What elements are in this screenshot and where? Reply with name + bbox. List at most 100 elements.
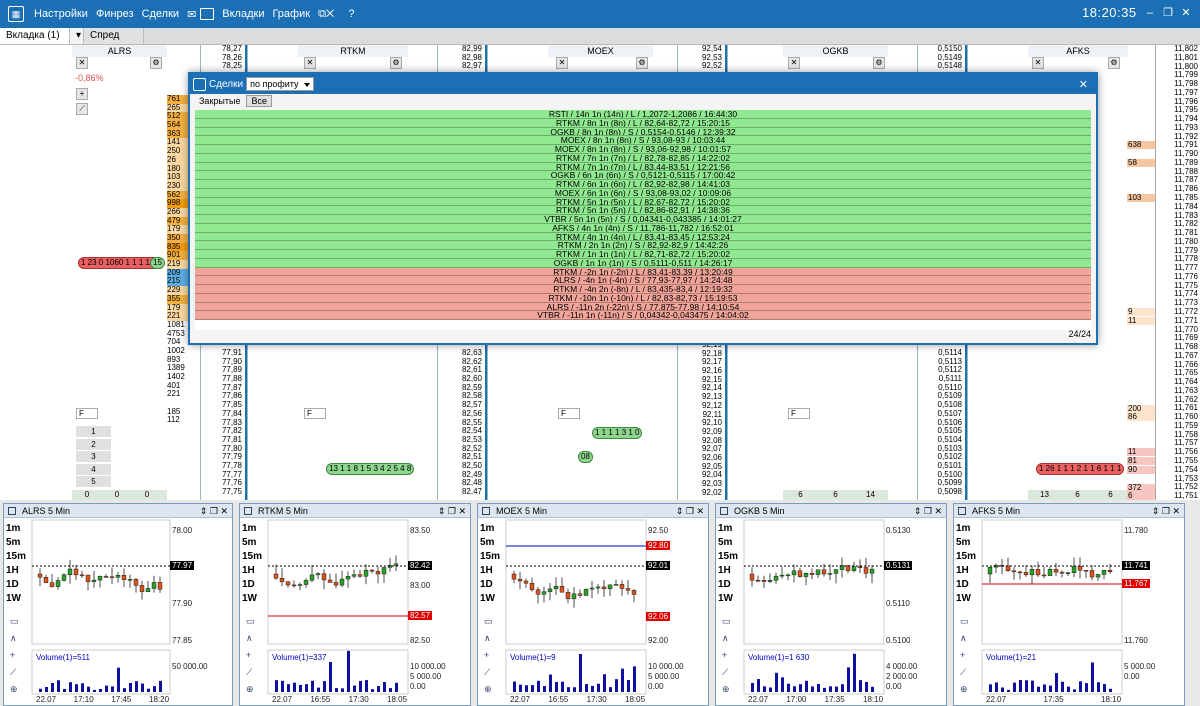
level-number[interactable]: 2 (76, 438, 111, 451)
menu-chart[interactable]: График (268, 8, 314, 20)
deal-row[interactable]: RTKM / 5n 1n (5n) / L / 82,67-82,72 / 15… (195, 197, 1091, 207)
volume-bar (995, 682, 998, 692)
volume-bar (135, 681, 138, 692)
volume-bar (1025, 680, 1028, 692)
deal-row[interactable]: RTKM / 8n 1n (8n) / L / 82,64-82,72 / 15… (195, 118, 1091, 128)
menu-deals[interactable]: Сделки (138, 8, 184, 20)
deal-row[interactable]: RTKM / 5n 1n (5n) / L / 82,86-82,91 / 14… (195, 206, 1091, 215)
deals-close-icon[interactable]: ✕ (1079, 78, 1088, 91)
candle (1107, 570, 1113, 572)
deal-row[interactable]: RTKM / -2n 1n (-2n) / L / 83,41-83,39 / … (195, 267, 1091, 277)
moex-settings-icon[interactable]: ⚙ (636, 57, 648, 69)
moex-selector[interactable]: F (558, 408, 580, 419)
alrs-selector[interactable]: F (76, 408, 98, 419)
candle (393, 563, 399, 566)
rtkm-selector[interactable]: F (304, 408, 326, 419)
minimize-icon[interactable]: – (1144, 7, 1156, 19)
deal-row[interactable]: ALRS / -11n 2n (-22n) / S / 77,875-77,98… (195, 302, 1091, 312)
deal-row[interactable]: RTKM / -4n 2n (-8n) / L / 83,435-83,4 / … (195, 285, 1091, 294)
alrs-add-icon[interactable]: + (76, 88, 88, 100)
candle (1089, 570, 1095, 578)
price-level: 92,52 (701, 62, 722, 71)
rtkm-close-icon[interactable]: ✕ (304, 57, 316, 69)
candle (529, 583, 535, 590)
deal-row[interactable]: MOEX / 8n 1n (8n) / S / 93,06-92,98 / 10… (195, 145, 1091, 154)
tab-vkladka-1[interactable]: Вкладка (1) (0, 28, 70, 44)
deal-row[interactable]: RTKM / 4n 1n (4n) / L / 83,41-83,45 / 12… (195, 232, 1091, 242)
deal-row[interactable]: VTBR / 5n 1n (5n) / S / 0,04341-0,043385… (195, 215, 1091, 224)
deal-row[interactable]: OGKB / 8n 1n (8n) / S / 0,5154-0,5146 / … (195, 127, 1091, 137)
deal-row[interactable]: RSTI / 14n 1n (14n) / L / 1,2072-1,2086 … (195, 110, 1091, 119)
chart-canvas[interactable] (4, 504, 234, 704)
candle (85, 574, 91, 582)
volume-bar (603, 674, 606, 692)
level-number[interactable]: 4 (76, 463, 111, 476)
deal-row[interactable]: RTKM / 6n 1n (6n) / L / 82,92-82,98 / 14… (195, 180, 1091, 189)
menu-finrez[interactable]: Финрез (92, 8, 138, 20)
volume-label: Volume(1)=9 (510, 653, 556, 662)
level-number[interactable]: 3 (76, 451, 111, 463)
candle (547, 588, 553, 592)
alrs-footer-1: 0 (84, 490, 90, 499)
alrs-chart-icon[interactable]: ⟋ (76, 103, 88, 115)
deals-tab-all[interactable]: Все (246, 95, 272, 107)
alrs-settings-icon[interactable]: ⚙ (150, 57, 162, 69)
chart-canvas[interactable] (954, 504, 1186, 704)
afks-close-icon[interactable]: ✕ (1032, 57, 1044, 69)
volume-bar (597, 683, 600, 692)
tab-dropdown-icon[interactable]: ▾ (70, 28, 84, 44)
chat-icon[interactable]: ✉ (183, 8, 200, 21)
moex-close-icon[interactable]: ✕ (556, 57, 568, 69)
volume-bar (989, 684, 992, 692)
deal-row[interactable]: OGKB / 6n 1n (6n) / S / 0,5121-0,5115 / … (195, 171, 1091, 180)
candle (619, 584, 625, 589)
deal-row[interactable]: OGKB / 1n 1n (1n) / S / 0,5111-0,511 / 1… (195, 258, 1091, 268)
volume-bar (117, 667, 120, 692)
afks-settings-icon[interactable]: ⚙ (1108, 57, 1120, 69)
window-toggle-icon[interactable] (200, 8, 215, 20)
y-tick: 0.5110 (886, 599, 910, 609)
ogkb-close-icon[interactable]: ✕ (788, 57, 800, 69)
deals-filter-select[interactable]: по профиту (246, 77, 314, 91)
price-level: 92,15 (701, 375, 722, 384)
menu-help[interactable]: ? (344, 8, 358, 20)
menu-settings[interactable]: Настройки (30, 8, 92, 20)
rtkm-settings-icon[interactable]: ⚙ (390, 57, 402, 69)
candle (145, 588, 151, 592)
price-level: 82,57 (461, 401, 482, 410)
detach-window-icon[interactable]: ⧉✕ (314, 8, 338, 21)
candle (535, 589, 541, 595)
deal-row[interactable]: MOEX / 8n 1n (8n) / S / 93,08-93 / 10:03… (195, 136, 1091, 145)
deal-row[interactable]: ALRS / -4n 1n (-4n) / S / 77,93-77,97 / … (195, 276, 1091, 285)
maximize-icon[interactable]: ❐ (1162, 7, 1174, 19)
y-tick: 77.90 (172, 599, 193, 609)
deal-row[interactable]: RTKM / 1n 1n (1n) / L / 82,71-82,72 / 15… (195, 250, 1091, 259)
candle (1065, 572, 1071, 574)
menu-tabs[interactable]: Вкладки (218, 8, 268, 20)
y-tick: 83.00 (410, 581, 431, 590)
deal-row[interactable]: RTKM / 7n 1n (7n) / L / 82,78-82,85 / 14… (195, 153, 1091, 163)
ogkb-selector[interactable]: F (788, 408, 810, 419)
deal-row[interactable]: RTKM / 2n 1n (2n) / S / 82,92-82,9 / 14:… (195, 241, 1091, 250)
alrs-volume-cell: 1389 (167, 364, 197, 373)
level-number[interactable]: 5 (76, 476, 111, 488)
price-level: 78,27 (221, 45, 242, 53)
volume-bar (1013, 682, 1016, 692)
tab-spred[interactable]: Спред (84, 28, 144, 44)
close-icon[interactable]: ✕ (1180, 7, 1192, 19)
volume-tick: 50 000.00 (172, 662, 208, 671)
level-number[interactable]: 1 (76, 426, 111, 438)
candle (553, 585, 559, 590)
deal-row[interactable]: MOEX / 6n 1n (6n) / S / 93,08-93,02 / 10… (195, 188, 1091, 198)
ogkb-settings-icon[interactable]: ⚙ (873, 57, 885, 69)
candle (375, 570, 381, 575)
alrs-close-icon[interactable]: ✕ (76, 57, 88, 69)
deals-titlebar: Сделки по профиту ✕ (190, 74, 1096, 94)
deal-row[interactable]: AFKS / 4n 1n (4n) / S / 11,786-11,782 / … (195, 223, 1091, 233)
deals-tab-closed[interactable]: Закрытые (195, 96, 244, 106)
volume-bar (537, 680, 540, 692)
deal-row[interactable]: RTKM / 7n 1n (7n) / L / 83,44-83,51 / 12… (195, 162, 1091, 172)
deal-row[interactable]: VTBR / -11n 1n (-11n) / S / 0,04342-0,04… (195, 311, 1091, 320)
deal-row[interactable]: RTKM / -10n 1n (-10n) / L / 82,83-82,73 … (195, 293, 1091, 303)
volume-bar (153, 686, 156, 692)
